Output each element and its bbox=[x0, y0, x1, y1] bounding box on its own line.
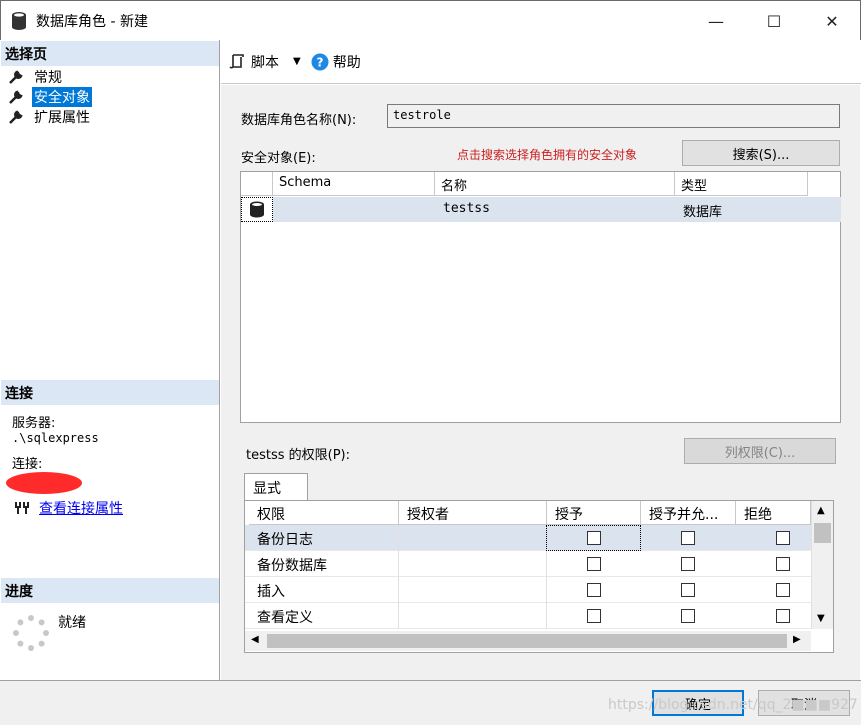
progress-status: 就绪 bbox=[58, 615, 86, 631]
with-grant-checkbox[interactable] bbox=[681, 583, 695, 597]
column-header[interactable]: 授予并允... bbox=[641, 501, 736, 525]
database-icon bbox=[12, 12, 26, 30]
sidebar-item-label: 常规 bbox=[34, 70, 62, 86]
search-button[interactable]: 搜索(S)... bbox=[682, 140, 840, 166]
sidebar-item-general[interactable]: 常规 bbox=[8, 67, 64, 87]
script-icon bbox=[229, 53, 244, 68]
with-grant-checkbox[interactable] bbox=[681, 609, 695, 623]
help-icon: ? bbox=[311, 53, 329, 70]
wrench-icon bbox=[9, 110, 23, 124]
help-label: 帮助 bbox=[332, 54, 361, 71]
view-connection-properties-link[interactable]: 查看连接属性 bbox=[39, 498, 123, 518]
grant-checkbox[interactable] bbox=[587, 609, 601, 623]
deny-checkbox[interactable] bbox=[776, 609, 790, 623]
title-bar: 数据库角色 - 新建 — ☐ ✕ bbox=[0, 0, 861, 40]
grantor-cell bbox=[399, 525, 547, 551]
deny-checkbox[interactable] bbox=[776, 583, 790, 597]
sidebar-item-securables[interactable]: 安全对象 bbox=[8, 87, 92, 107]
securables-table[interactable]: Schema 名称 类型 testss 数据库 bbox=[240, 171, 841, 423]
vertical-scrollbar[interactable]: ▲ ▼ bbox=[811, 501, 833, 629]
horizontal-scrollbar[interactable]: ◀ ▶ bbox=[245, 631, 811, 651]
select-page-header: 选择页 bbox=[1, 41, 219, 66]
scroll-right-icon[interactable]: ▶ bbox=[793, 634, 801, 645]
progress-header: 进度 bbox=[1, 578, 219, 603]
grant-checkbox[interactable] bbox=[587, 557, 601, 571]
close-button[interactable]: ✕ bbox=[803, 1, 861, 41]
connection-header: 连接 bbox=[1, 380, 219, 405]
wrench-icon bbox=[9, 90, 23, 104]
scroll-thumb[interactable] bbox=[814, 523, 831, 543]
table-row[interactable] bbox=[273, 197, 841, 222]
connection-label: 连接: bbox=[12, 457, 43, 472]
tab-explicit[interactable]: 显式 bbox=[244, 473, 308, 501]
role-name-input[interactable]: testrole bbox=[387, 104, 840, 128]
minimize-button[interactable]: — bbox=[687, 1, 745, 41]
permission-cell: 插入 bbox=[249, 577, 399, 603]
progress-spinner-icon bbox=[13, 615, 49, 651]
column-header[interactable]: 拒绝 bbox=[736, 501, 811, 525]
column-header[interactable]: 授予 bbox=[547, 501, 641, 525]
table-row[interactable]: 插入 bbox=[245, 577, 811, 603]
name-cell: testss bbox=[443, 201, 490, 216]
window-title: 数据库角色 - 新建 bbox=[36, 14, 148, 30]
table-row[interactable]: 备份日志 bbox=[245, 525, 811, 551]
row-header-column bbox=[241, 172, 273, 196]
with-grant-checkbox[interactable] bbox=[681, 531, 695, 545]
connection-properties-icon bbox=[15, 502, 29, 514]
type-cell: 数据库 bbox=[683, 205, 723, 220]
role-name-label: 数据库角色名称(N): bbox=[241, 113, 357, 128]
permissions-table[interactable]: 权限 授权者 授予 授予并允... 拒绝 备份日志 备份数据库 插入 查看定义 … bbox=[244, 500, 834, 653]
with-grant-checkbox[interactable] bbox=[681, 557, 695, 571]
column-permissions-button[interactable]: 列权限(C)... bbox=[684, 438, 836, 464]
deny-checkbox[interactable] bbox=[776, 557, 790, 571]
dropdown-arrow-icon[interactable]: ▼ bbox=[293, 56, 301, 67]
scroll-thumb[interactable] bbox=[267, 634, 787, 648]
database-icon bbox=[250, 201, 264, 218]
permissions-label: testss 的权限(P): bbox=[246, 448, 351, 463]
grant-checkbox[interactable] bbox=[587, 583, 601, 597]
column-header[interactable]: Schema bbox=[273, 172, 435, 196]
permission-cell: 备份日志 bbox=[249, 525, 399, 551]
redacted-connection-value bbox=[6, 472, 82, 494]
column-header[interactable]: 名称 bbox=[435, 172, 675, 196]
permission-cell: 备份数据库 bbox=[249, 551, 399, 577]
server-label: 服务器: bbox=[12, 416, 56, 431]
permission-cell: 查看定义 bbox=[249, 603, 399, 629]
grantor-cell bbox=[399, 603, 547, 629]
grantor-cell bbox=[399, 577, 547, 603]
left-panel: 选择页 常规 安全对象 扩展属性 连接 服务器: .\sqlexpress 连接… bbox=[0, 40, 220, 680]
maximize-button[interactable]: ☐ bbox=[745, 1, 803, 41]
script-label: 脚本 bbox=[251, 54, 279, 71]
sidebar-item-extended-properties[interactable]: 扩展属性 bbox=[8, 107, 92, 127]
deny-checkbox[interactable] bbox=[776, 531, 790, 545]
column-header[interactable]: 类型 bbox=[675, 172, 808, 196]
securables-label: 安全对象(E): bbox=[241, 151, 316, 166]
toolbar: 脚本 ▼ ? 帮助 bbox=[221, 40, 861, 84]
grantor-cell bbox=[399, 551, 547, 577]
scroll-down-icon[interactable]: ▼ bbox=[817, 613, 825, 624]
wrench-icon bbox=[9, 70, 23, 84]
script-button[interactable]: 脚本 ▼ bbox=[229, 52, 301, 72]
grant-checkbox[interactable] bbox=[587, 531, 601, 545]
column-header[interactable]: 授权者 bbox=[399, 501, 547, 525]
svg-text:?: ? bbox=[316, 55, 323, 69]
scroll-left-icon[interactable]: ◀ bbox=[251, 634, 259, 645]
hint-text: 点击搜索选择角色拥有的安全对象 bbox=[457, 148, 638, 162]
sidebar-item-label: 扩展属性 bbox=[34, 110, 90, 126]
sidebar-item-label: 安全对象 bbox=[32, 87, 92, 107]
help-button[interactable]: ? 帮助 bbox=[311, 52, 361, 72]
table-row[interactable]: 备份数据库 bbox=[245, 551, 811, 577]
table-row[interactable]: 查看定义 bbox=[245, 603, 811, 629]
watermark: https://blog.csdn.net/qq_2■■■927 bbox=[608, 697, 858, 713]
server-value: .\sqlexpress bbox=[12, 431, 99, 445]
scroll-up-icon[interactable]: ▲ bbox=[817, 505, 825, 516]
column-header[interactable]: 权限 bbox=[249, 501, 399, 525]
